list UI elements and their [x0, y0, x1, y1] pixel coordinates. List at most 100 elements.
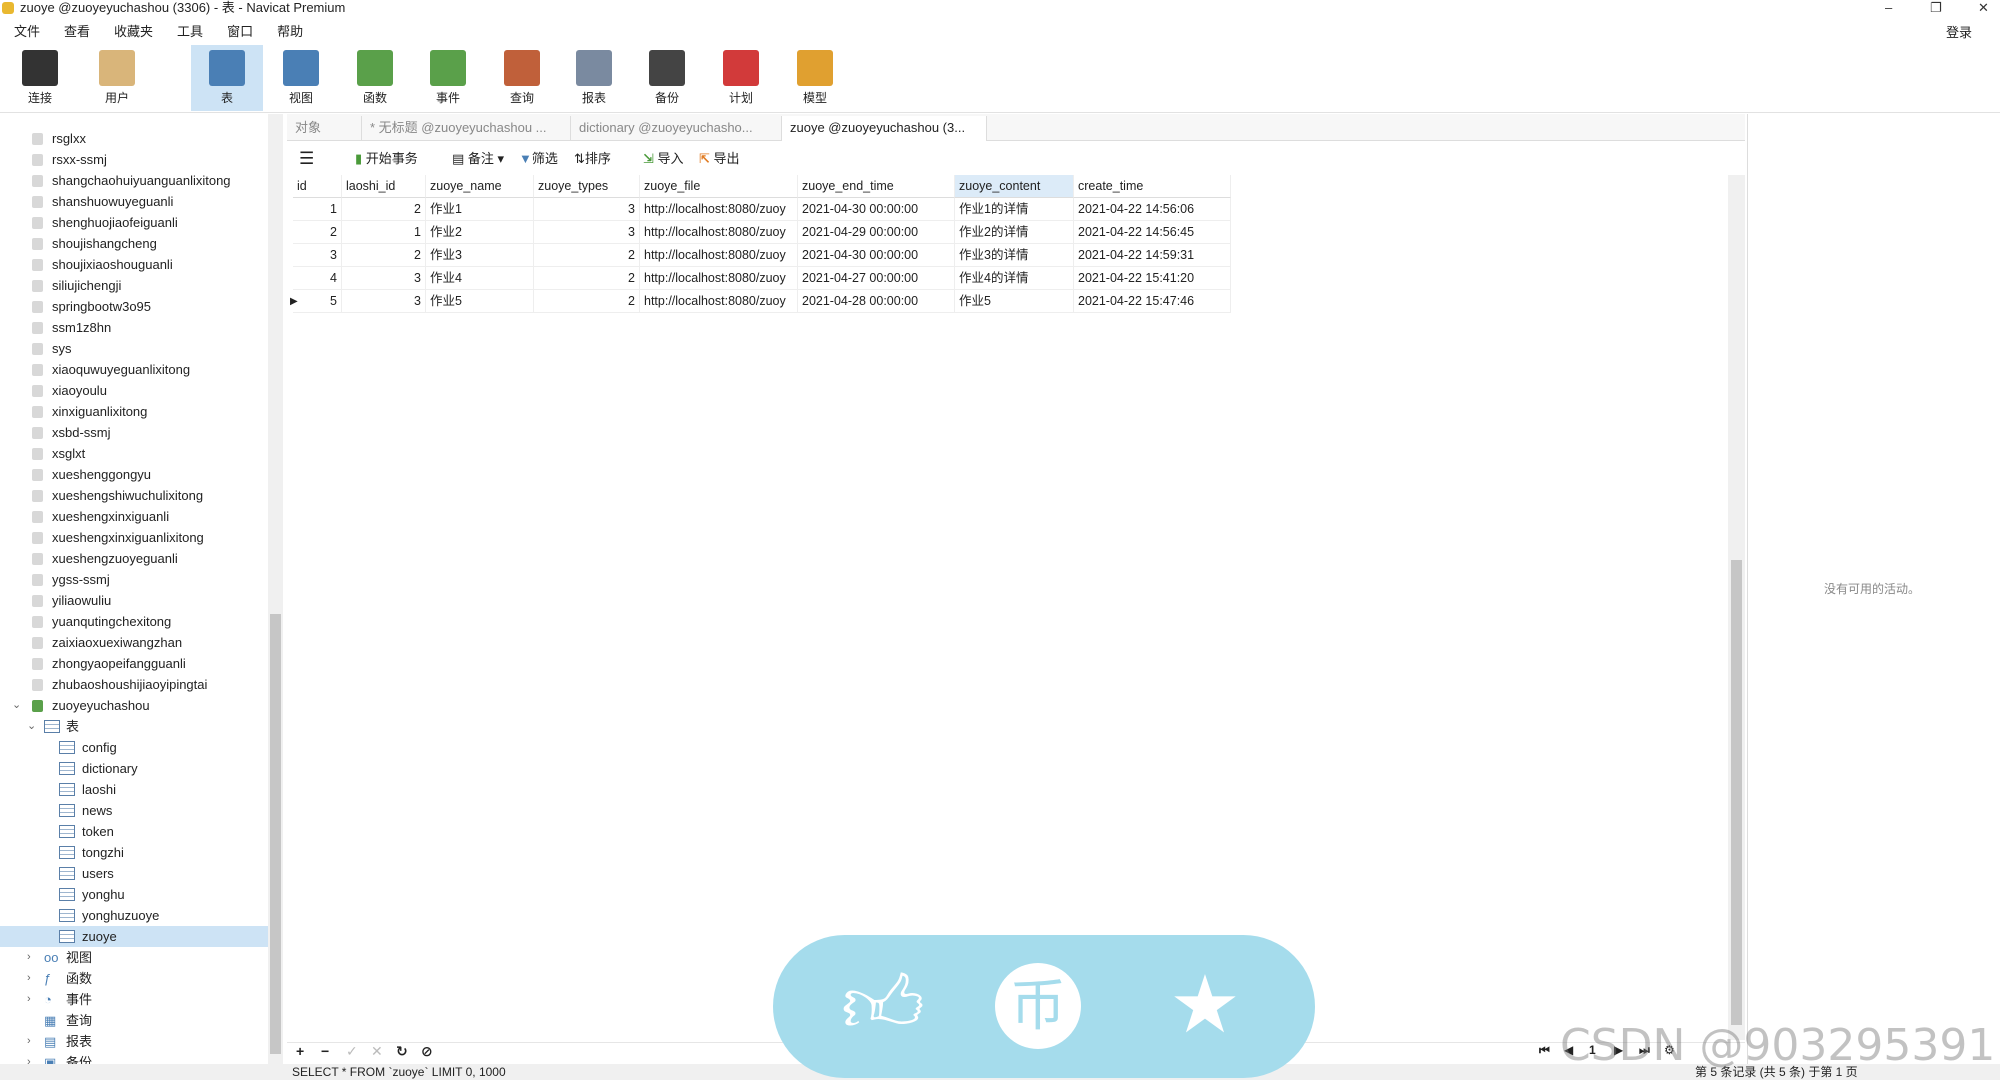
chevron-right-icon[interactable]: › [27, 989, 31, 1010]
discard-button[interactable]: ✕ [371, 1043, 383, 1060]
tree-item-table[interactable]: zuoye [0, 926, 268, 947]
tree-item-database[interactable]: rsglxx [0, 128, 268, 149]
tree-item-database[interactable]: shoujishangcheng [0, 233, 268, 254]
cell-zuoye_file[interactable]: http://localhost:8080/zuoy [640, 198, 798, 221]
cell-create_time[interactable]: 2021-04-22 15:41:20 [1074, 267, 1231, 290]
column-header-id[interactable]: id [293, 175, 342, 198]
cell-zuoye_types[interactable]: 3 [534, 221, 640, 244]
tree-item-database[interactable]: shoujixiaoshouguanli [0, 254, 268, 275]
tree-item-table[interactable]: tongzhi [0, 842, 268, 863]
toolbar-schedule-button[interactable]: 计划 [705, 45, 777, 111]
tree-item-database[interactable]: xueshengxinxiguanlixitong [0, 527, 268, 548]
cell-zuoye_content[interactable]: 作业3的详情 [955, 244, 1074, 267]
column-header-zuoye_name[interactable]: zuoye_name [426, 175, 534, 198]
menu-item[interactable]: 查看 [64, 20, 90, 44]
cell-zuoye_name[interactable]: 作业3 [426, 244, 534, 267]
cell-zuoye_types[interactable]: 2 [534, 244, 640, 267]
cell-zuoye_end_time[interactable]: 2021-04-28 00:00:00 [798, 290, 955, 313]
cell-zuoye_file[interactable]: http://localhost:8080/zuoy [640, 267, 798, 290]
tree-item-group[interactable]: › ▣ 备份 [0, 1052, 268, 1064]
tab-2[interactable]: dictionary @zuoyeyuchasho... [571, 116, 782, 141]
tree-item-database[interactable]: zaixiaoxuexiwangzhan [0, 632, 268, 653]
chevron-down-icon[interactable]: ⌄ [27, 716, 36, 737]
tree-item-database[interactable]: rsxx-ssmj [0, 149, 268, 170]
tree-item-table[interactable]: token [0, 821, 268, 842]
toolbar-model-button[interactable]: 模型 [779, 45, 851, 111]
tree-item-database[interactable]: xiaoquwuyeguanlixitong [0, 359, 268, 380]
tree-item-table[interactable]: dictionary [0, 758, 268, 779]
tree-item-database[interactable]: xueshengzuoyeguanli [0, 548, 268, 569]
column-header-zuoye_content[interactable]: zuoye_content [955, 175, 1074, 198]
cell-laoshi_id[interactable]: 1 [342, 221, 426, 244]
cell-zuoye_types[interactable]: 3 [534, 198, 640, 221]
chevron-right-icon[interactable]: › [27, 947, 31, 968]
coin-icon[interactable]: 币 [995, 963, 1081, 1049]
toolbar-report-button[interactable]: 报表 [558, 45, 630, 111]
cell-zuoye_file[interactable]: http://localhost:8080/zuoy [640, 221, 798, 244]
export-button[interactable]: ⇱ 导出 [699, 146, 740, 172]
tree-item-table[interactable]: yonghuzuoye [0, 905, 268, 926]
chevron-right-icon[interactable]: › [27, 1031, 31, 1052]
tree-item-tables-group[interactable]: ⌄ 表 [0, 716, 268, 737]
import-button[interactable]: ⇲ 导入 [643, 146, 684, 172]
chevron-down-icon[interactable]: ⌄ [12, 695, 21, 716]
cell-laoshi_id[interactable]: 3 [342, 290, 426, 313]
cell-laoshi_id[interactable]: 2 [342, 244, 426, 267]
cell-zuoye_name[interactable]: 作业5 [426, 290, 534, 313]
column-header-zuoye_end_time[interactable]: zuoye_end_time [798, 175, 955, 198]
scrollbar-thumb[interactable] [1731, 560, 1742, 1025]
cell-zuoye_end_time[interactable]: 2021-04-30 00:00:00 [798, 244, 955, 267]
scrollbar-thumb[interactable] [270, 614, 281, 1054]
cell-id[interactable]: 4 [293, 267, 342, 290]
column-header-create_time[interactable]: create_time [1074, 175, 1231, 198]
tree-item-table[interactable]: news [0, 800, 268, 821]
tree-item-database[interactable]: shangchaohuiyuanguanlixitong [0, 170, 268, 191]
login-link[interactable]: 登录 [1946, 22, 1972, 41]
tab-0[interactable]: 对象 [287, 116, 362, 141]
stop-button[interactable]: ⊘ [421, 1043, 433, 1060]
cell-id[interactable]: 1 [293, 198, 342, 221]
tree-item-database[interactable]: zhubaoshoushijiaoyipingtai [0, 674, 268, 695]
tree-item-group[interactable]: › ƒ 函数 [0, 968, 268, 989]
cell-zuoye_file[interactable]: http://localhost:8080/zuoy [640, 290, 798, 313]
cell-create_time[interactable]: 2021-04-22 14:56:45 [1074, 221, 1231, 244]
column-header-zuoye_types[interactable]: zuoye_types [534, 175, 640, 198]
refresh-button[interactable]: ↻ [396, 1043, 408, 1060]
maximize-button[interactable]: ❐ [1930, 0, 1942, 16]
filter-button[interactable]: ▼筛选 [519, 146, 558, 172]
cell-laoshi_id[interactable]: 2 [342, 198, 426, 221]
tree-item-database[interactable]: springbootw3o95 [0, 296, 268, 317]
tree-item-group[interactable]: › oo 视图 [0, 947, 268, 968]
cell-zuoye_name[interactable]: 作业4 [426, 267, 534, 290]
cell-id[interactable]: 2 [293, 221, 342, 244]
cell-zuoye_end_time[interactable]: 2021-04-29 00:00:00 [798, 221, 955, 244]
cell-zuoye_name[interactable]: 作业1 [426, 198, 534, 221]
column-header-laoshi_id[interactable]: laoshi_id [342, 175, 426, 198]
cell-id[interactable]: 5 [293, 290, 342, 313]
cell-zuoye_content[interactable]: 作业2的详情 [955, 221, 1074, 244]
begin-transaction-button[interactable]: ▮ 开始事务 [355, 146, 418, 172]
tree-item-database[interactable]: shanshuowuyeguanli [0, 191, 268, 212]
cell-create_time[interactable]: 2021-04-22 14:56:06 [1074, 198, 1231, 221]
tree-item-database[interactable]: yuanqutingchexitong [0, 611, 268, 632]
menu-item[interactable]: 收藏夹 [114, 20, 153, 44]
cell-zuoye_types[interactable]: 2 [534, 267, 640, 290]
tree-item-database[interactable]: shenghuojiaofeiguanli [0, 212, 268, 233]
cell-create_time[interactable]: 2021-04-22 14:59:31 [1074, 244, 1231, 267]
cell-zuoye_content[interactable]: 作业5 [955, 290, 1074, 313]
cell-id[interactable]: 3 [293, 244, 342, 267]
cell-zuoye_end_time[interactable]: 2021-04-30 00:00:00 [798, 198, 955, 221]
tree-item-group[interactable]: ▦ 查询 [0, 1010, 268, 1031]
tree-item-database[interactable]: yiliaowuliu [0, 590, 268, 611]
menu-item[interactable]: 帮助 [277, 20, 303, 44]
toolbar-connection-button[interactable]: 连接 [4, 45, 76, 111]
grid-scrollbar[interactable] [1728, 175, 1745, 1040]
tree-item-open-database[interactable]: ⌄ zuoyeyuchashou [0, 695, 268, 716]
memo-button[interactable]: ▤ 备注 ▾ [452, 146, 504, 172]
cell-laoshi_id[interactable]: 3 [342, 267, 426, 290]
menu-item[interactable]: 窗口 [227, 20, 253, 44]
tree-item-database[interactable]: xueshengxinxiguanli [0, 506, 268, 527]
menu-icon[interactable]: ☰ [299, 146, 314, 172]
minimize-button[interactable]: – [1885, 0, 1892, 16]
tree-item-database[interactable]: xueshengshiwuchulixitong [0, 485, 268, 506]
